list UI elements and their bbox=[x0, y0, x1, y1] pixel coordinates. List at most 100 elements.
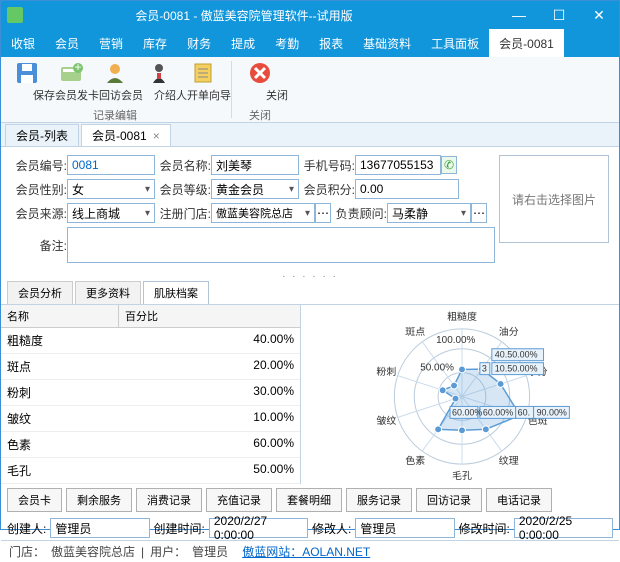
label-member-no: 会员编号: bbox=[11, 157, 67, 174]
record-btn-3[interactable]: 充值记录 bbox=[206, 488, 272, 512]
menubar: 收银会员营销库存财务提成考勤报表基础资料工具面板会员-0081 bbox=[1, 29, 619, 57]
close-tab-icon[interactable]: × bbox=[153, 129, 160, 143]
table-row[interactable]: 粗糙度40.00% bbox=[1, 328, 300, 354]
table-row[interactable]: 斑点20.00% bbox=[1, 354, 300, 380]
select-level[interactable]: 黄金会员 bbox=[211, 179, 299, 199]
status-link[interactable]: AOLAN.NET bbox=[302, 545, 370, 559]
menu-item-10[interactable]: 会员-0081 bbox=[489, 29, 564, 57]
record-btn-2[interactable]: 消费记录 bbox=[136, 488, 202, 512]
menu-item-1[interactable]: 会员 bbox=[45, 29, 89, 57]
menu-item-0[interactable]: 收银 bbox=[1, 29, 45, 57]
subtab-2[interactable]: 肌肤档案 bbox=[143, 281, 209, 304]
ring-label-50: 50.00% bbox=[420, 363, 454, 374]
label-modifier: 修改人: bbox=[312, 520, 351, 537]
radar-axis-label: 油分 bbox=[499, 325, 519, 338]
toolgroup-label-close: 关闭 bbox=[249, 107, 271, 123]
label-level: 会员等级: bbox=[155, 181, 211, 198]
toolbar: 保存+会员发卡回访会员介绍人开单向导 记录编辑 关闭 关闭 bbox=[1, 57, 619, 123]
menu-item-3[interactable]: 库存 bbox=[133, 29, 177, 57]
menu-item-6[interactable]: 考勤 bbox=[265, 29, 309, 57]
label-phone: 手机号码: bbox=[299, 157, 355, 174]
toolbar-开单向导[interactable]: 开单向导 bbox=[181, 59, 225, 105]
radar-axis-label: 粗糙度 bbox=[447, 310, 477, 323]
input-member-name[interactable]: 刘美琴 bbox=[211, 155, 299, 175]
callout-4: 60.00% bbox=[452, 407, 482, 417]
label-mtime: 修改时间: bbox=[459, 520, 510, 537]
radar-point bbox=[452, 395, 459, 402]
menu-item-2[interactable]: 营销 bbox=[89, 29, 133, 57]
subtab-1[interactable]: 更多资料 bbox=[75, 281, 141, 304]
callout-3: 60.00% bbox=[483, 407, 513, 417]
member-photo-box[interactable]: 请右击选择图片 bbox=[499, 155, 609, 243]
callout-2: 3 bbox=[482, 364, 487, 374]
radar-axis-label: 毛孔 bbox=[452, 470, 472, 482]
select-source[interactable]: 线上商城 bbox=[67, 203, 155, 223]
input-ctime[interactable]: 2020/2/27 0:00:00 bbox=[209, 518, 308, 538]
subtab-0[interactable]: 会员分析 bbox=[7, 281, 73, 304]
svg-text:+: + bbox=[74, 61, 81, 74]
table-row[interactable]: 粉刺30.00% bbox=[1, 380, 300, 406]
menu-item-5[interactable]: 提成 bbox=[221, 29, 265, 57]
input-creator[interactable]: 管理员 bbox=[50, 518, 149, 538]
callout-0: 40.50.00% bbox=[495, 350, 538, 360]
close-button[interactable]: ✕ bbox=[579, 1, 619, 29]
record-btn-6[interactable]: 回访记录 bbox=[416, 488, 482, 512]
radar-axis-label: 斑点 bbox=[405, 325, 425, 338]
skin-table: 名称 百分比 粗糙度40.00%斑点20.00%粉刺30.00%皱纹10.00%… bbox=[1, 305, 301, 484]
select-gender[interactable]: 女 bbox=[67, 179, 155, 199]
doc-tab-0[interactable]: 会员-列表 bbox=[5, 124, 79, 146]
ring-label-100: 100.00% bbox=[436, 335, 475, 346]
radar-axis-label: 色素 bbox=[405, 454, 425, 467]
input-modifier[interactable]: 管理员 bbox=[355, 518, 454, 538]
callout-6: 90.00% bbox=[537, 407, 567, 417]
radar-point bbox=[459, 366, 466, 373]
status-store-label: 门店： bbox=[9, 543, 45, 560]
record-btn-5[interactable]: 服务记录 bbox=[346, 488, 412, 512]
record-btn-1[interactable]: 剩余服务 bbox=[66, 488, 132, 512]
input-mtime[interactable]: 2020/2/25 0:00:00 bbox=[514, 518, 613, 538]
input-points[interactable]: 0.00 bbox=[355, 179, 459, 199]
record-btn-7[interactable]: 电话记录 bbox=[486, 488, 552, 512]
label-store: 注册门店: bbox=[155, 205, 211, 222]
record-btn-4[interactable]: 套餐明细 bbox=[276, 488, 342, 512]
menu-item-4[interactable]: 财务 bbox=[177, 29, 221, 57]
record-btn-0[interactable]: 会员卡 bbox=[7, 488, 62, 512]
status-user: 管理员 bbox=[192, 543, 228, 560]
textarea-note[interactable] bbox=[67, 227, 495, 263]
menu-item-9[interactable]: 工具面板 bbox=[421, 29, 489, 57]
radar-axis-label: 粉刺 bbox=[376, 365, 396, 378]
status-store: 傲蓝美容院总店 bbox=[51, 543, 135, 560]
radar-point bbox=[459, 427, 466, 434]
phone-icon[interactable]: ✆ bbox=[441, 156, 457, 174]
table-row[interactable]: 毛孔50.00% bbox=[1, 458, 300, 484]
label-advisor: 负责顾问: bbox=[331, 205, 387, 222]
maximize-button[interactable]: ☐ bbox=[539, 1, 579, 29]
store-lookup-button[interactable]: ⋯ bbox=[315, 203, 331, 223]
label-ctime: 创建时间: bbox=[154, 520, 205, 537]
label-points: 会员积分: bbox=[299, 181, 355, 198]
advisor-lookup-button[interactable]: ⋯ bbox=[471, 203, 487, 223]
toolbar-关闭[interactable]: 关闭 bbox=[238, 59, 282, 105]
doc-tab-1[interactable]: 会员-0081× bbox=[81, 124, 171, 146]
menu-item-7[interactable]: 报表 bbox=[309, 29, 353, 57]
th-pct[interactable]: 百分比 bbox=[119, 305, 164, 327]
minimize-button[interactable]: — bbox=[499, 1, 539, 29]
menu-item-8[interactable]: 基础资料 bbox=[353, 29, 421, 57]
radar-point bbox=[482, 426, 489, 433]
select-advisor[interactable]: 马柔静 bbox=[387, 203, 471, 223]
input-member-no[interactable]: 0081 bbox=[67, 155, 155, 175]
label-note: 备注: bbox=[11, 237, 67, 254]
label-source: 会员来源: bbox=[11, 205, 67, 222]
table-row[interactable]: 皱纹10.00% bbox=[1, 406, 300, 432]
status-sep: | bbox=[141, 545, 144, 559]
select-store[interactable]: 傲蓝美容院总店 bbox=[211, 203, 315, 223]
label-gender: 会员性别: bbox=[11, 181, 67, 198]
radar-point bbox=[497, 380, 504, 387]
callout-1: 10.50.00% bbox=[495, 364, 538, 374]
input-phone[interactable]: 13677055153 bbox=[355, 155, 441, 175]
th-name[interactable]: 名称 bbox=[1, 305, 119, 327]
callout-5: 60. bbox=[518, 407, 530, 417]
radar-point bbox=[451, 382, 458, 389]
document-tabstrip: 会员-列表会员-0081× bbox=[1, 123, 619, 147]
table-row[interactable]: 色素60.00% bbox=[1, 432, 300, 458]
